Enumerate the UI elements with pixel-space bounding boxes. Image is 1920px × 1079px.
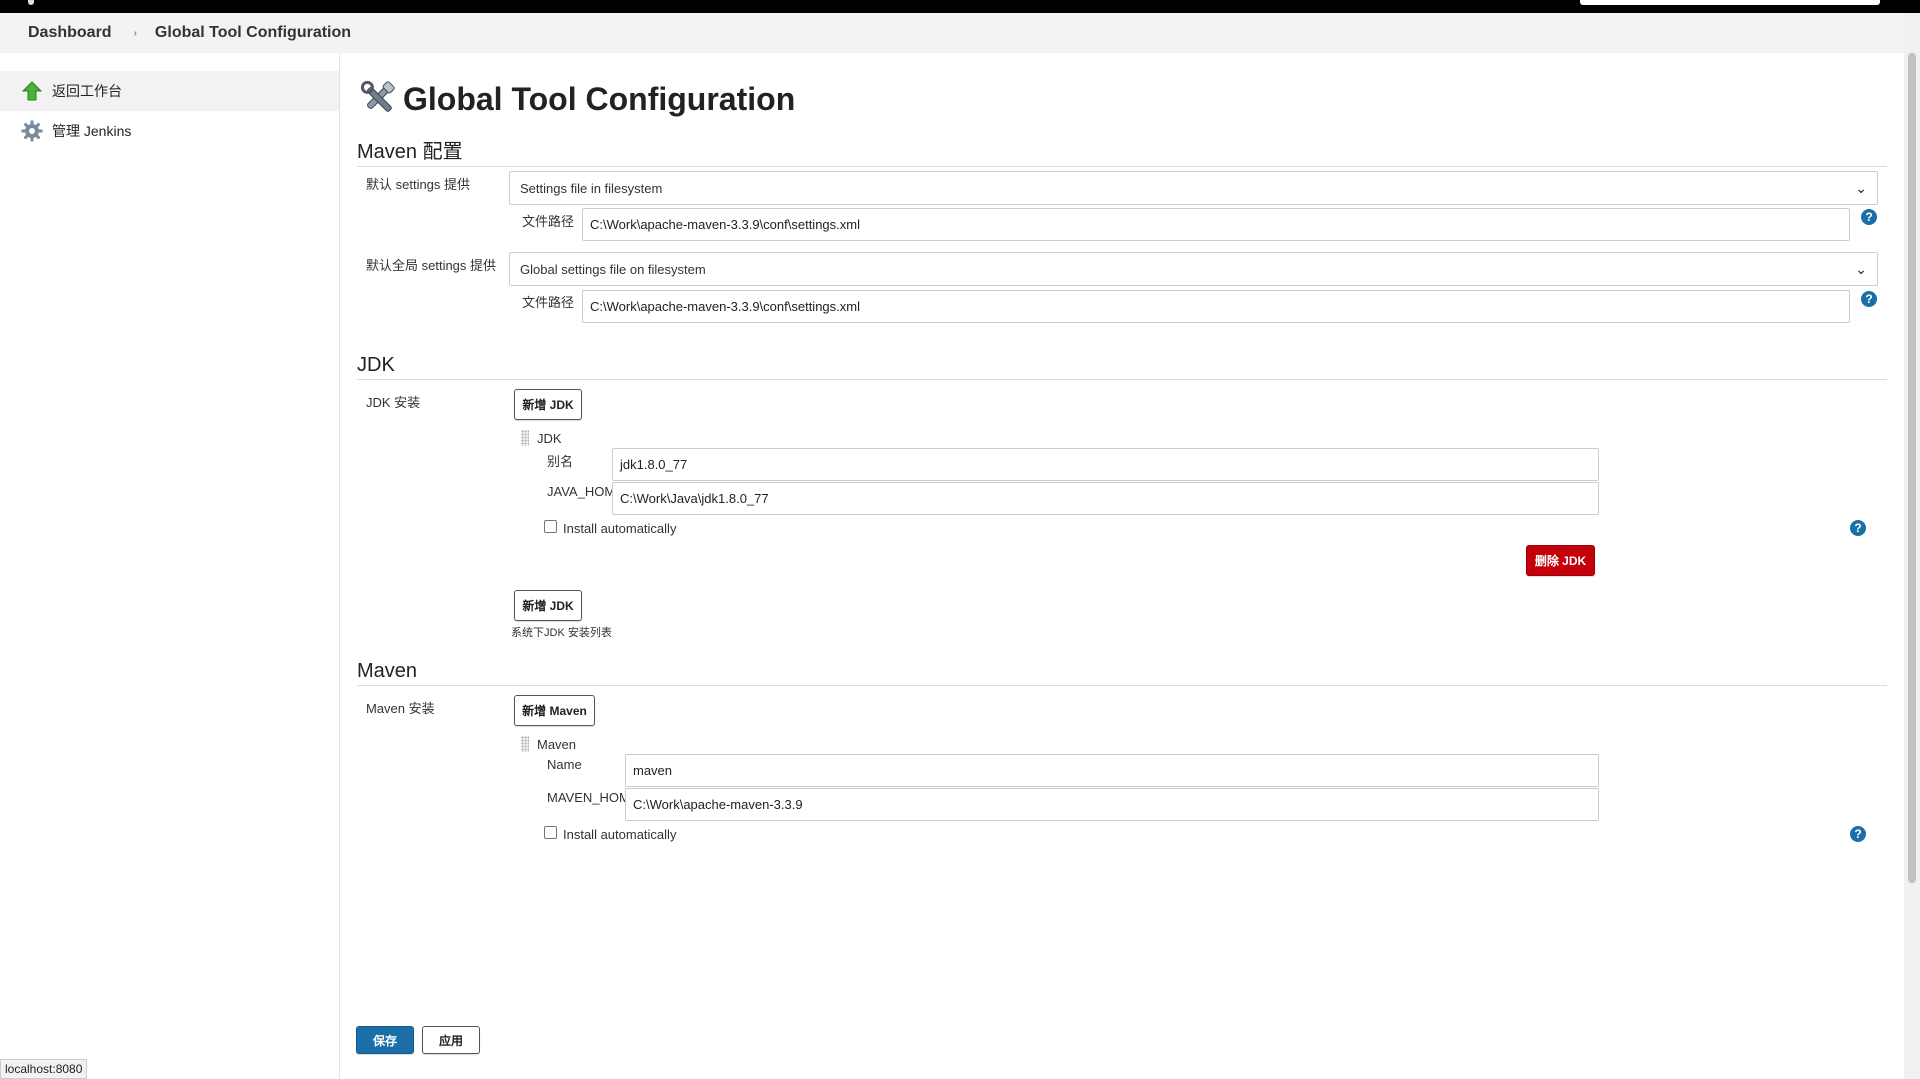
drag-handle-icon[interactable] bbox=[521, 430, 529, 446]
maven-name-value: maven bbox=[633, 763, 673, 778]
sidebar-item-back-to-dashboard[interactable]: 返回工作台 bbox=[0, 71, 339, 111]
sidebar-item-manage-jenkins[interactable]: 管理 Jenkins bbox=[0, 111, 339, 151]
jdk-alias-label: 别名 bbox=[547, 454, 574, 469]
chevron-right-icon[interactable]: › bbox=[134, 28, 137, 39]
form-footer: 保存 应用 bbox=[341, 1015, 1904, 1079]
sidebar-item-label: 管理 Jenkins bbox=[52, 123, 132, 139]
tools-icon bbox=[357, 77, 399, 122]
gear-icon bbox=[20, 119, 44, 143]
jdk-alias-input[interactable]: jdk1.8.0_77 bbox=[612, 448, 1599, 481]
maven-install-automatically-checkbox[interactable] bbox=[544, 826, 557, 839]
help-icon[interactable]: ? bbox=[1861, 209, 1877, 225]
java-home-input[interactable]: C:\Work\Java\jdk1.8.0_77 bbox=[612, 482, 1599, 515]
global-settings-path-label: 文件路径 bbox=[522, 295, 575, 310]
global-settings-path-value: C:\Work\apache-maven-3.3.9\conf\settings… bbox=[590, 299, 860, 314]
jdk-alias-value: jdk1.8.0_77 bbox=[620, 457, 688, 472]
maven-home-value: C:\Work\apache-maven-3.3.9 bbox=[633, 797, 803, 812]
maven-config-heading: Maven 配置 bbox=[357, 135, 1887, 167]
global-settings-value: Global settings file on filesystem bbox=[520, 261, 706, 277]
default-settings-value: Settings file in filesystem bbox=[520, 180, 663, 196]
help-icon[interactable]: ? bbox=[1850, 520, 1866, 536]
sidebar-item-label: 返回工作台 bbox=[52, 83, 122, 99]
maven-install-automatically-label: Install automatically bbox=[563, 827, 677, 842]
default-settings-label: 默认 settings 提供 bbox=[366, 177, 471, 192]
settings-path-label: 文件路径 bbox=[522, 214, 575, 229]
default-settings-select[interactable]: Settings file in filesystem ⌄ bbox=[509, 171, 1878, 205]
main-content: Global Tool Configuration Maven 配置 默认 se… bbox=[341, 53, 1904, 1079]
apply-button[interactable]: 应用 bbox=[422, 1026, 480, 1054]
status-bar-url: localhost:8080 bbox=[0, 1059, 88, 1079]
breadcrumb-global-tool-configuration[interactable]: Global Tool Configuration bbox=[155, 24, 351, 42]
drag-handle-icon[interactable] bbox=[521, 736, 529, 752]
maven-home-input[interactable]: C:\Work\apache-maven-3.3.9 bbox=[625, 788, 1599, 821]
maven-install-label: Maven 安装 bbox=[366, 701, 435, 716]
settings-path-value: C:\Work\apache-maven-3.3.9\conf\settings… bbox=[590, 217, 860, 232]
sidebar: 返回工作台 管理 Jenkins bbox=[0, 53, 340, 1079]
global-settings-label: 默认全局 settings 提供 bbox=[366, 258, 497, 273]
breadcrumb: Dashboard › Global Tool Configuration bbox=[0, 13, 1904, 53]
add-jdk-button-2[interactable]: 新增 JDK bbox=[514, 590, 582, 621]
scrollbar-thumb[interactable] bbox=[1908, 53, 1916, 883]
page-header: Global Tool Configuration bbox=[357, 77, 795, 122]
up-arrow-icon bbox=[20, 79, 44, 103]
chevron-down-icon: ⌄ bbox=[1855, 260, 1867, 277]
maven-name-label: Name bbox=[547, 757, 582, 772]
maven-name-input[interactable]: maven bbox=[625, 754, 1599, 787]
jdk-item-title: JDK bbox=[537, 431, 562, 446]
search-input[interactable] bbox=[1580, 0, 1880, 5]
global-settings-select[interactable]: Global settings file on filesystem ⌄ bbox=[509, 252, 1878, 286]
jdk-install-label: JDK 安装 bbox=[366, 395, 421, 410]
vertical-scrollbar[interactable] bbox=[1904, 13, 1920, 1079]
add-jdk-button[interactable]: 新增 JDK bbox=[514, 389, 582, 420]
maven-heading: Maven bbox=[357, 660, 1887, 686]
maven-item-title: Maven bbox=[537, 737, 577, 752]
jdk-heading: JDK bbox=[357, 354, 1887, 380]
chevron-down-icon: ⌄ bbox=[1855, 179, 1867, 196]
global-settings-path-input[interactable]: C:\Work\apache-maven-3.3.9\conf\settings… bbox=[582, 290, 1850, 323]
delete-jdk-button[interactable]: 删除 JDK bbox=[1526, 545, 1595, 576]
breadcrumb-dashboard[interactable]: Dashboard bbox=[28, 24, 112, 42]
jenkins-logo[interactable] bbox=[28, 0, 34, 5]
save-button[interactable]: 保存 bbox=[356, 1026, 414, 1054]
top-header-bar bbox=[0, 0, 1920, 13]
help-icon[interactable]: ? bbox=[1861, 291, 1877, 307]
jdk-install-automatically-label: Install automatically bbox=[563, 521, 677, 536]
help-icon[interactable]: ? bbox=[1850, 826, 1866, 842]
jdk-list-caption: 系统下JDK 安装列表 bbox=[511, 627, 612, 639]
add-maven-button[interactable]: 新增 Maven bbox=[514, 695, 595, 726]
jdk-install-automatically-checkbox[interactable] bbox=[544, 520, 557, 533]
page-title: Global Tool Configuration bbox=[403, 81, 796, 117]
settings-path-input[interactable]: C:\Work\apache-maven-3.3.9\conf\settings… bbox=[582, 208, 1850, 241]
java-home-value: C:\Work\Java\jdk1.8.0_77 bbox=[620, 491, 769, 506]
